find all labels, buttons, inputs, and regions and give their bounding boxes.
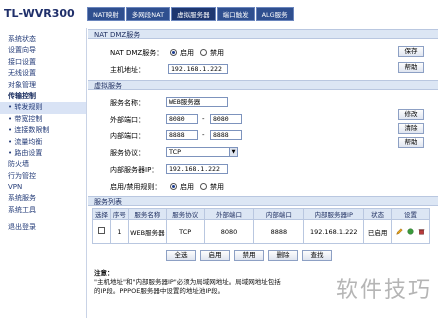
sidebar-item-bandwidth[interactable]: 带宽控制 (0, 114, 86, 125)
row-checkbox[interactable] (97, 227, 105, 234)
rule-enable-label: 启用 (180, 183, 194, 191)
rule-toggle-label: 启用/禁用规则： (110, 183, 162, 191)
chevron-down-icon: ▼ (229, 148, 237, 156)
row-server-ip: 192.168.1.222 (303, 219, 365, 244)
dmz-enable-label: 启用 (180, 49, 194, 57)
col-header-ext-port: 外部端口 (203, 208, 255, 220)
service-table: 选择 序号 服务名称 服务协议 外部端口 内部端口 内部服务器IP 状态 设置 … (92, 208, 430, 244)
rule-enable-radio[interactable] (170, 183, 177, 190)
col-header-settings: 设置 (391, 208, 430, 220)
server-ip-input[interactable]: 192.168.1.222 (166, 164, 228, 174)
dmz-service-label: NAT DMZ服务： (110, 49, 164, 57)
row-settings-cell (391, 219, 430, 244)
dmz-save-button[interactable]: 保存 (398, 46, 424, 57)
ext-port-dash: - (202, 115, 205, 123)
tab-port-trigger[interactable]: 端口触发 (216, 7, 255, 21)
sidebar-item-logout[interactable]: 退出登录 (0, 222, 86, 233)
rule-disable-label: 禁用 (210, 183, 224, 191)
dmz-disable-radio[interactable] (200, 49, 207, 56)
col-header-protocol: 服务协议 (165, 208, 205, 220)
sidebar-item-status[interactable]: 系统状态 (0, 34, 86, 45)
col-header-status: 状态 (363, 208, 393, 220)
int-port-from-input[interactable]: 8888 (166, 130, 198, 140)
rule-disable-radio[interactable] (200, 183, 207, 190)
service-name-input[interactable]: WEB服务器 (166, 97, 228, 107)
col-header-index: 序号 (109, 208, 129, 220)
modify-button[interactable]: 修改 (398, 109, 424, 120)
dmz-disable-label: 禁用 (210, 49, 224, 57)
row-int-port: 8888 (253, 219, 305, 244)
disable-selected-button[interactable]: 禁用 (234, 250, 264, 261)
virtual-section-title: 虚拟服务 (88, 80, 438, 90)
ext-port-from-input[interactable]: 8080 (166, 114, 198, 124)
col-header-server-ip: 内部服务器IP (303, 208, 365, 220)
sidebar-item-vpn[interactable]: VPN (0, 182, 86, 193)
sidebar-item-load-balance[interactable]: 流量均衡 (0, 137, 86, 148)
dmz-section-title: NAT DMZ服务 (88, 29, 438, 39)
dmz-host-label: 主机地址： (110, 66, 145, 74)
tab-multi-nat[interactable]: 多网段NAT (125, 7, 171, 21)
watermark-text: 软件技巧 (335, 278, 432, 303)
tab-bar: NAT映射 多网段NAT 虚拟服务器 端口触发 ALG服务 (87, 7, 295, 21)
server-ip-label: 内部服务器IP： (110, 166, 159, 174)
col-header-select: 选择 (92, 208, 111, 220)
edit-pencil-icon[interactable] (396, 228, 403, 235)
table-header-row: 选择 序号 服务名称 服务协议 外部端口 内部端口 内部服务器IP 状态 设置 (92, 208, 430, 220)
sidebar-item-transfer-control[interactable]: 传输控制 (0, 91, 86, 102)
search-button[interactable]: 查找 (302, 250, 332, 261)
row-protocol: TCP (165, 219, 205, 244)
enable-selected-button[interactable]: 启用 (200, 250, 230, 261)
int-port-to-input[interactable]: 8888 (210, 130, 242, 140)
select-all-button[interactable]: 全选 (166, 250, 196, 261)
sidebar-item-behavior[interactable]: 行为管控 (0, 171, 86, 182)
service-name-label: 服务名称： (110, 99, 145, 107)
delete-selected-button[interactable]: 删除 (268, 250, 298, 261)
dmz-enable-radio[interactable] (170, 49, 177, 56)
row-ext-port: 8080 (203, 219, 255, 244)
protocol-select[interactable]: TCP ▼ (166, 147, 238, 157)
protocol-label: 服务协议： (110, 149, 145, 157)
delete-trash-icon[interactable] (418, 228, 425, 235)
table-row: 1 WEB服务器 TCP 8080 8888 192.168.1.222 已启用 (92, 219, 430, 244)
list-section-title: 服务列表 (88, 196, 438, 206)
int-port-label: 内部端口： (110, 132, 145, 140)
tab-nat-mapping[interactable]: NAT映射 (87, 7, 125, 21)
int-port-dash: - (202, 131, 205, 139)
row-status: 已启用 (363, 219, 393, 244)
sidebar-item-interface[interactable]: 接口设置 (0, 57, 86, 68)
dmz-host-input[interactable]: 192.168.1.222 (168, 64, 228, 74)
tab-virtual-server[interactable]: 虚拟服务器 (171, 7, 216, 21)
virtual-help-button[interactable]: 帮助 (398, 137, 424, 148)
clear-button[interactable]: 清除 (398, 123, 424, 134)
sidebar-item-wireless[interactable]: 无线设置 (0, 68, 86, 79)
row-name: WEB服务器 (127, 219, 167, 244)
tab-alg-service[interactable]: ALG服务 (255, 7, 294, 21)
sidebar-item-firewall[interactable]: 防火墙 (0, 159, 86, 170)
toggle-status-icon[interactable] (407, 228, 414, 235)
sidebar-item-conn-limit[interactable]: 连接数限制 (0, 125, 86, 136)
sidebar-item-wizard[interactable]: 设置向导 (0, 45, 86, 56)
protocol-value: TCP (169, 148, 182, 156)
sidebar-item-forward-rules[interactable]: 转发规则 (0, 102, 86, 114)
col-header-name: 服务名称 (127, 208, 167, 220)
col-header-int-port: 内部端口 (253, 208, 305, 220)
brand-logo: TL-WVR300 (0, 0, 87, 28)
ext-port-label: 外部端口： (110, 116, 145, 124)
sidebar-item-services[interactable]: 系统服务 (0, 193, 86, 204)
row-index: 1 (109, 219, 129, 244)
row-select-cell (92, 219, 111, 244)
sidebar-item-routing[interactable]: 路由设置 (0, 148, 86, 159)
sidebar-item-objects[interactable]: 对象管理 (0, 80, 86, 91)
sidebar: 系统状态 设置向导 接口设置 无线设置 对象管理 传输控制 转发规则 带宽控制 … (0, 28, 87, 318)
brand-name: TL-WVR300 (4, 7, 75, 20)
dmz-help-button[interactable]: 帮助 (398, 62, 424, 73)
sidebar-item-tools[interactable]: 系统工具 (0, 205, 86, 216)
ext-port-to-input[interactable]: 8080 (210, 114, 242, 124)
